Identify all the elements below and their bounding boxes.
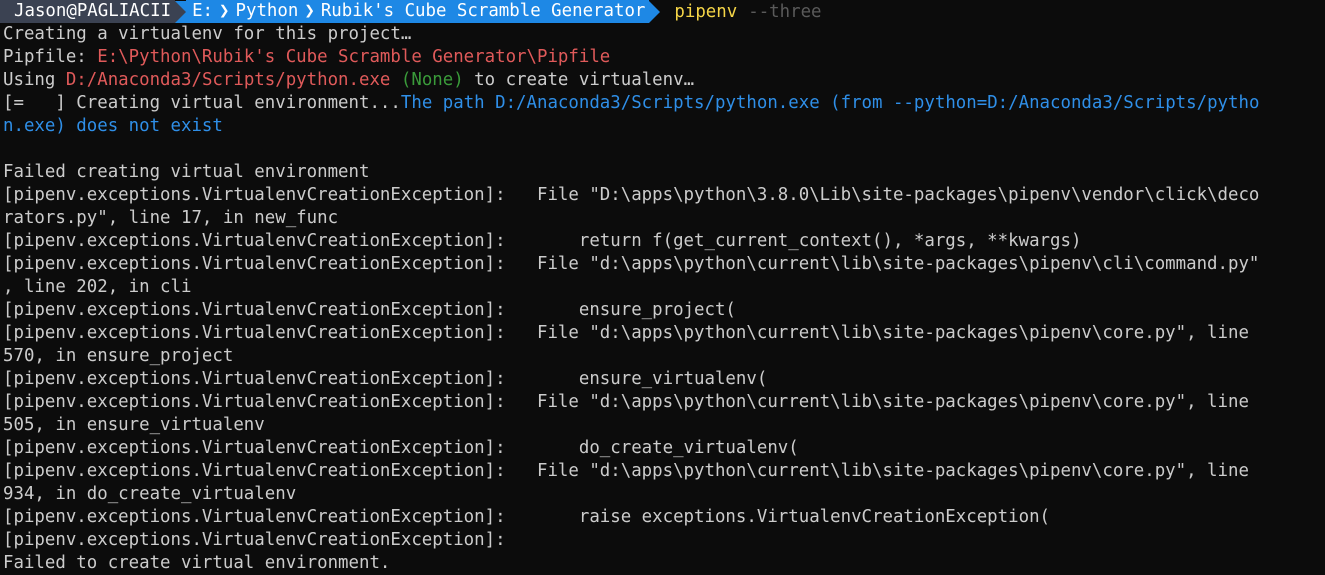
prompt-path-folder: Rubik's Cube Scramble Generator (320, 1, 646, 21)
prompt-path-folder: Python (235, 1, 299, 21)
path-separator-icon: ❯ (304, 1, 315, 21)
python-version: (None) (390, 70, 464, 90)
traceback-line: [pipenv.exceptions.VirtualenvCreationExc… (3, 438, 799, 458)
terminal-window[interactable]: Jason@PAGLIACII E: ❯ Python ❯ Rubik's Cube S… (0, 0, 1325, 573)
output-line: [= ] Creating virtual environment...The … (3, 92, 1325, 115)
traceback-line: 505, in ensure_virtualenv (3, 415, 265, 435)
traceback-line: [pipenv.exceptions.VirtualenvCreationExc… (3, 254, 1260, 274)
command-argument: --three (748, 1, 822, 22)
traceback-line: rators.py", line 17, in new_func (3, 208, 339, 228)
traceback-line: [pipenv.exceptions.VirtualenvCreationExc… (3, 392, 1249, 412)
traceback-line: [pipenv.exceptions.VirtualenvCreationExc… (3, 369, 768, 389)
pipfile-path: E:\Python\Rubik's Cube Scramble Generato… (97, 47, 611, 67)
output-line: Pipfile: E:\Python\Rubik's Cube Scramble… (3, 46, 1325, 69)
traceback-line: 934, in do_create_virtualenv (3, 484, 297, 504)
command-name: pipenv (674, 1, 738, 22)
traceback-line: [pipenv.exceptions.VirtualenvCreationExc… (3, 507, 1051, 527)
traceback-line: [pipenv.exceptions.VirtualenvCreationExc… (3, 185, 1260, 205)
progress-text: [= ] Creating virtual environment... (3, 93, 401, 113)
output-line: Failed creating virtual environment (3, 162, 370, 182)
output-text: Using (3, 70, 66, 90)
pipfile-label: Pipfile: (3, 47, 98, 67)
traceback-line: , line 202, in cli (3, 277, 192, 297)
output-text: to create virtualenv… (463, 70, 695, 90)
prompt-path: E: ❯ Python ❯ Rubik's Cube Scramble Generato… (186, 0, 650, 23)
prompt-path-drive: E: (192, 1, 214, 21)
traceback-line: [pipenv.exceptions.VirtualenvCreationExc… (3, 323, 1249, 343)
traceback-line: [pipenv.exceptions.VirtualenvCreationExc… (3, 300, 736, 320)
prompt-segment-arrow (175, 0, 187, 23)
traceback-line: [pipenv.exceptions.VirtualenvCreationExc… (3, 530, 506, 550)
traceback-line: [pipenv.exceptions.VirtualenvCreationExc… (3, 461, 1249, 481)
path-separator-icon: ❯ (219, 1, 230, 21)
shell-prompt: Jason@PAGLIACII E: ❯ Python ❯ Rubik's Cube S… (0, 0, 1325, 23)
prompt-user-host: Jason@PAGLIACII (0, 0, 176, 23)
python-path: D:/Anaconda3/Scripts/python.exe (65, 70, 391, 90)
error-message: The path D:/Anaconda3/Scripts/python.exe… (400, 93, 1260, 113)
traceback-line: 570, in ensure_project (3, 346, 234, 366)
traceback-line: [pipenv.exceptions.VirtualenvCreationExc… (3, 231, 1082, 251)
output-line: Creating a virtualenv for this project… (3, 24, 412, 44)
prompt-segment-arrow (649, 0, 661, 23)
error-message: n.exe) does not exist (3, 116, 223, 136)
output-line: Using D:/Anaconda3/Scripts/python.exe (N… (3, 69, 1325, 92)
